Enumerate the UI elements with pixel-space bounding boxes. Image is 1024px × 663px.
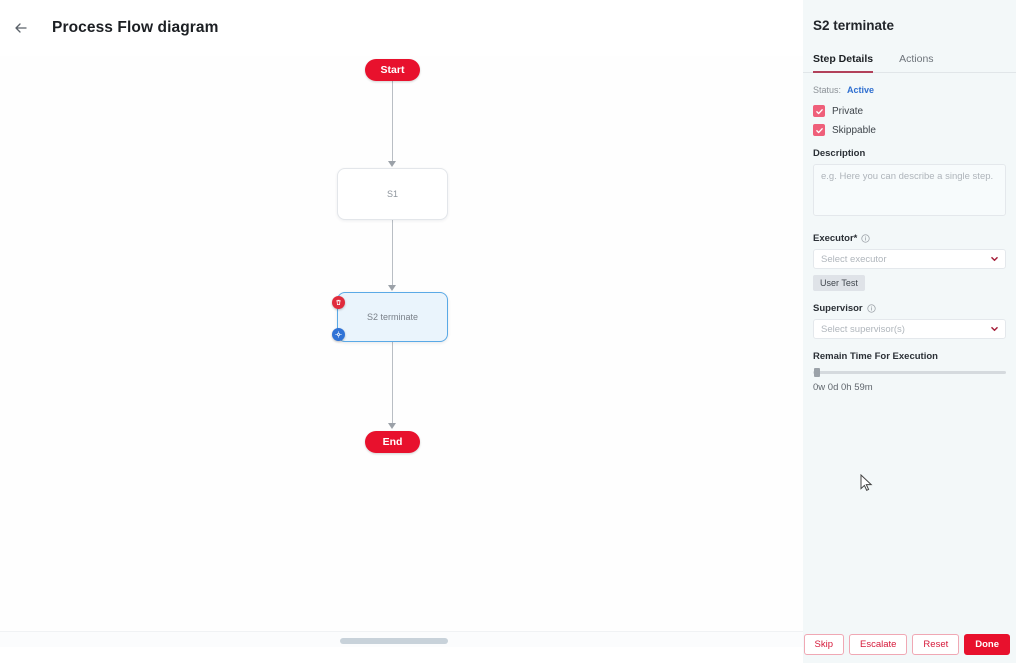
arrowhead-end (388, 423, 396, 429)
done-button[interactable]: Done (964, 633, 1010, 655)
flow-diagram[interactable]: Start S1 S2 terminate End (0, 56, 803, 647)
arrowhead-s2 (388, 285, 396, 291)
checkmark-icon (813, 124, 825, 136)
remain-time-value: 0w 0d 0h 59m (813, 382, 873, 393)
page-title: Process Flow diagram (52, 19, 219, 36)
edge-s2-to-end (392, 342, 393, 423)
step-details-panel: S2 terminate Step Details Actions Status… (803, 0, 1016, 663)
node-s2-terminate[interactable]: S2 terminate (332, 292, 448, 342)
node-s2-label: S2 terminate (366, 312, 419, 322)
executor-select-value: Select executor (821, 253, 887, 265)
diagram-canvas-area: Process Flow diagram Start S1 S2 termina… (0, 0, 803, 663)
description-field: Description (813, 148, 1006, 221)
supervisor-select-value: Select supervisor(s) (821, 323, 905, 335)
checkmark-icon (813, 105, 825, 117)
canvas-scrollbar-thumb[interactable] (340, 638, 448, 644)
settings-step-icon[interactable] (332, 328, 345, 341)
panel-footer: Skip Escalate Reset Done (803, 626, 1016, 663)
edge-s1-to-s2 (392, 220, 393, 285)
delete-step-icon[interactable] (332, 296, 345, 309)
checkbox-private[interactable]: Private (813, 105, 1006, 117)
checkbox-skippable[interactable]: Skippable (813, 124, 1006, 136)
status-row: Status: Active (813, 85, 1006, 95)
chevron-down-icon (990, 325, 999, 334)
executor-select[interactable]: Select executor (813, 249, 1006, 269)
skip-button[interactable]: Skip (803, 633, 844, 655)
edge-start-to-s1 (392, 81, 393, 161)
supervisor-select[interactable]: Select supervisor(s) (813, 319, 1006, 339)
checkbox-skippable-label: Skippable (832, 124, 876, 136)
info-circle-icon[interactable] (867, 304, 876, 313)
node-end-label: End (382, 436, 403, 448)
node-s1-label: S1 (386, 189, 398, 199)
panel-tabs: Step Details Actions (803, 53, 1016, 73)
description-input[interactable] (813, 164, 1006, 216)
back-arrow-icon[interactable] (8, 15, 34, 41)
remain-time-label: Remain Time For Execution (813, 351, 938, 362)
tab-step-details[interactable]: Step Details (813, 53, 874, 73)
slider-thumb[interactable] (814, 368, 820, 377)
slider-track (813, 371, 1006, 374)
status-badge: Active (847, 85, 875, 95)
node-start[interactable]: Start (365, 59, 420, 81)
executor-label-text: Executor* (813, 233, 858, 244)
executor-label: Executor* (813, 233, 1006, 244)
panel-body: Status: Active Private Skippable Descrip… (803, 73, 1016, 626)
node-end[interactable]: End (365, 431, 420, 453)
executor-field: Executor* Select executor User Test (813, 233, 1006, 291)
supervisor-field: Supervisor Select supervisor(s) (813, 303, 1006, 339)
supervisor-label: Supervisor (813, 303, 1006, 314)
arrowhead-s1 (388, 161, 396, 167)
node-s1[interactable]: S1 (337, 168, 448, 220)
supervisor-label-text: Supervisor (813, 303, 863, 314)
remain-time-field: Remain Time For Execution 0w 0d 0h 59m (813, 351, 1006, 393)
panel-title: S2 terminate (813, 18, 895, 33)
info-circle-icon[interactable] (861, 234, 870, 243)
process-flow-app: Process Flow diagram Start S1 S2 termina… (0, 0, 1024, 663)
executor-chip-user-test[interactable]: User Test (813, 275, 865, 291)
description-label: Description (813, 148, 866, 159)
node-start-label: Start (380, 64, 405, 76)
panel-header: S2 terminate (803, 0, 1016, 33)
reset-button[interactable]: Reset (912, 633, 960, 655)
tab-actions[interactable]: Actions (899, 53, 933, 72)
escalate-button[interactable]: Escalate (848, 633, 908, 655)
chevron-down-icon (990, 255, 999, 264)
canvas-horizontal-scrollbar[interactable] (0, 631, 803, 647)
checkbox-private-label: Private (832, 105, 864, 117)
top-bar: Process Flow diagram (0, 0, 803, 56)
remain-time-slider[interactable] (813, 367, 1006, 379)
status-label: Status: (813, 85, 842, 95)
